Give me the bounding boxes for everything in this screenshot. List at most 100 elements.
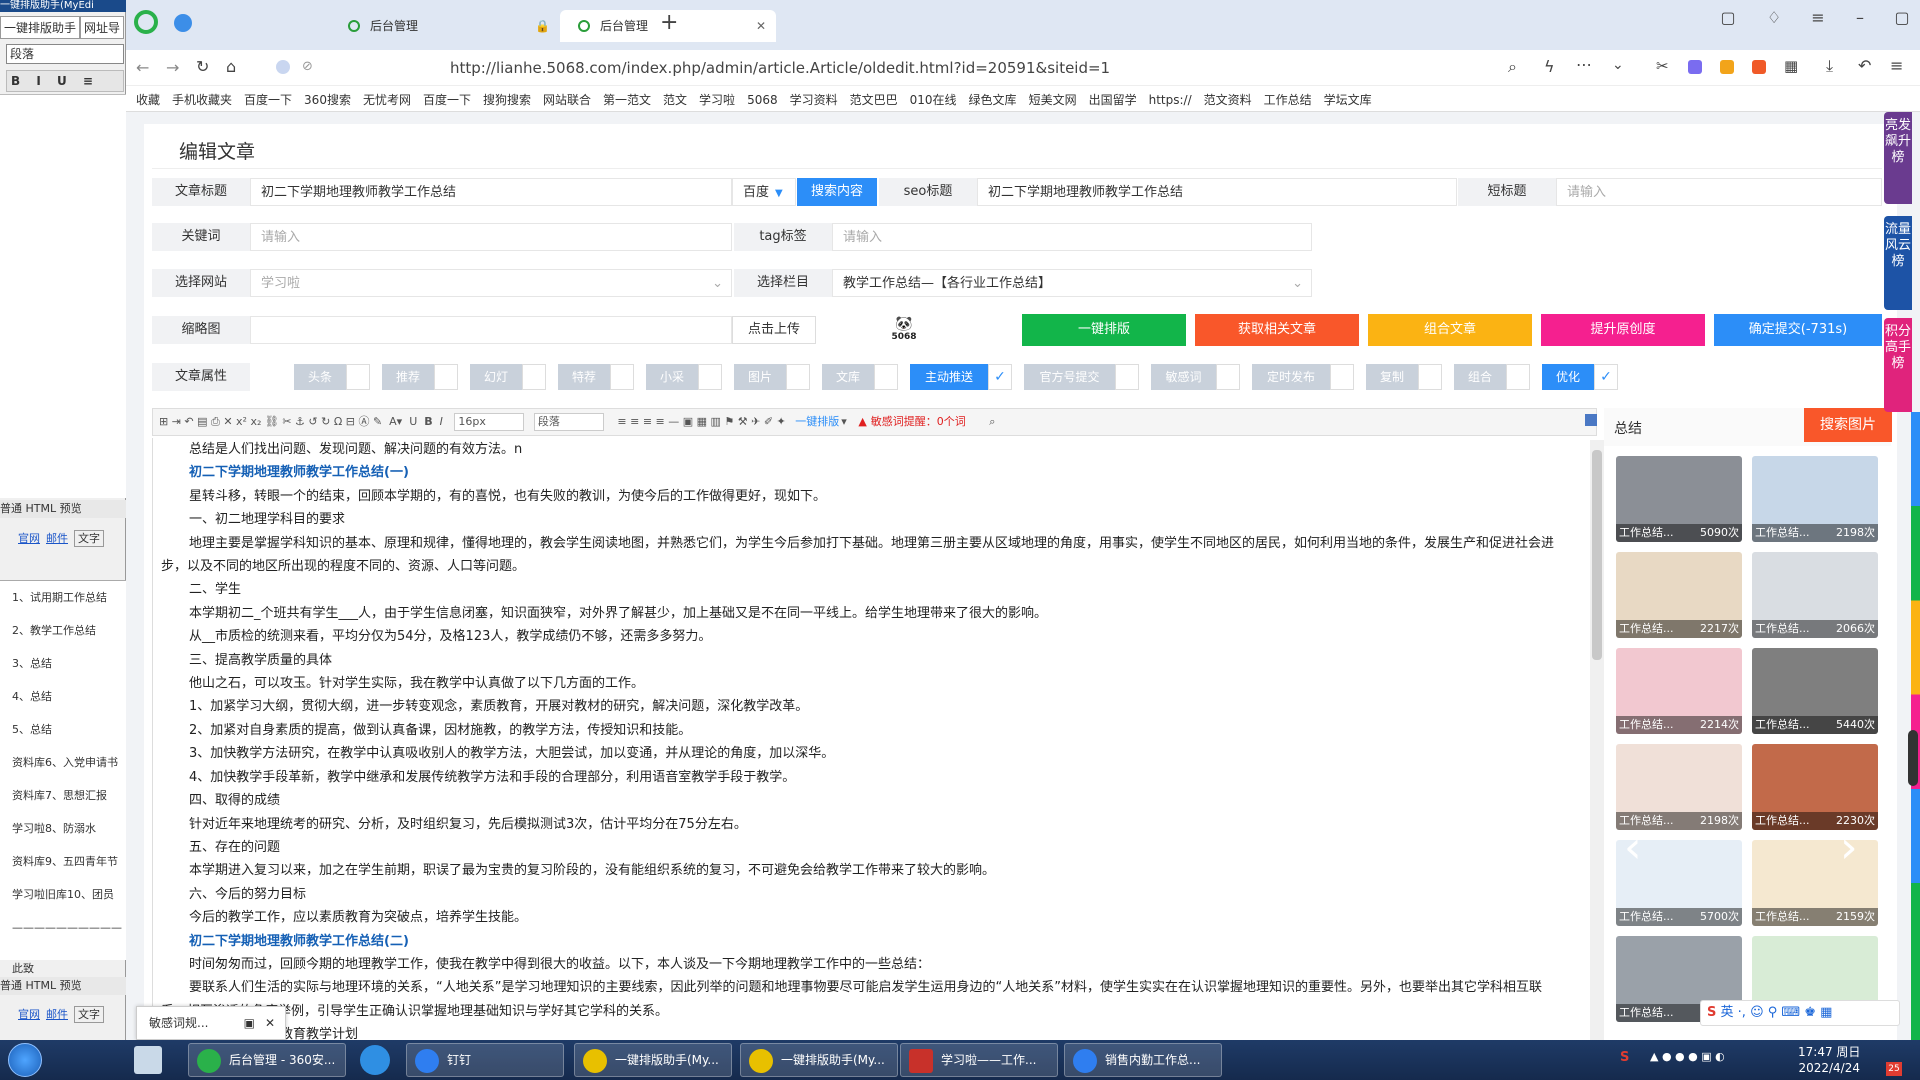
short-title-input[interactable]: 请输入 <box>1556 178 1882 206</box>
attr-2[interactable]: 幻灯 <box>470 364 522 390</box>
attr-0[interactable]: 头条 <box>294 364 346 390</box>
attr-checkbox[interactable] <box>346 364 370 390</box>
column-select[interactable]: 教学工作总结—【各行业工作总结】 ⌄ <box>832 269 1312 297</box>
site-select[interactable]: 学习啦 ⌄ <box>250 269 732 297</box>
search-content-button[interactable]: 搜索内容 <box>797 178 877 206</box>
attr-checkbox[interactable] <box>786 364 810 390</box>
list-item[interactable]: 1、试用期工作总结 <box>0 581 126 614</box>
ime-mode[interactable]: 英 <box>1721 1005 1734 1020</box>
bookmark-item[interactable]: 无忧考网 <box>363 93 411 107</box>
list-item[interactable]: 资料库6、入党申请书 <box>0 746 126 779</box>
link-mail[interactable]: 邮件 <box>46 532 68 545</box>
telegram-icon[interactable] <box>174 14 192 32</box>
notification-badge[interactable]: 25 <box>1886 1062 1902 1076</box>
taskbar-item-word[interactable]: 学习啦——工作... <box>900 1043 1058 1077</box>
fullscreen-icon[interactable] <box>1585 414 1597 426</box>
editor-scrollbar-thumb[interactable] <box>1592 450 1602 660</box>
bookmark-item[interactable]: 范文资料 <box>1204 93 1252 107</box>
sogou-icon[interactable]: S <box>1707 1005 1716 1020</box>
engine-select[interactable]: 百度 ▼ <box>732 178 796 206</box>
list-item[interactable]: 2、教学工作总结 <box>0 614 126 647</box>
ime-icons[interactable]: ·, ☺ ⚲ ⌨ ♚ ▦ <box>1738 1005 1833 1020</box>
back-icon[interactable]: ← <box>136 58 149 77</box>
image-thumb[interactable]: 工作总结... 2159次 <box>1752 840 1878 926</box>
image-thumb[interactable]: 工作总结... 2230次 <box>1752 744 1878 830</box>
list-item[interactable]: 资料库9、五四青年节 <box>0 845 126 878</box>
taskbar-app-icon[interactable] <box>134 1046 162 1074</box>
mode-tabs-2[interactable]: 普通 HTML 预览 <box>0 977 126 995</box>
prev-arrow-icon[interactable]: ‹ <box>1624 826 1642 870</box>
attr-11[interactable]: 复制 <box>1366 364 1418 390</box>
bookmark-item[interactable]: 网站联合 <box>543 93 591 107</box>
attr-8[interactable]: 官方号提交 <box>1024 364 1115 390</box>
link-mail-2[interactable]: 邮件 <box>46 1008 68 1021</box>
list-item[interactable]: 5、总结 <box>0 713 126 746</box>
bookmark-item[interactable]: 360搜索 <box>304 93 351 107</box>
attr-4[interactable]: 小采 <box>646 364 698 390</box>
image-thumb[interactable]: 工作总结... 2198次 <box>1616 744 1742 830</box>
zoom-icon[interactable]: ⌕ <box>989 415 995 428</box>
bookmark-item[interactable]: 百度一下 <box>244 93 292 107</box>
menu-icon[interactable]: ≡ <box>1806 6 1830 30</box>
list-item[interactable]: 学习啦8、防溺水 <box>0 812 126 845</box>
taskbar-item-editor-1[interactable]: 一键排版助手(My... <box>574 1043 732 1077</box>
bookmark-item[interactable]: 手机收藏夹 <box>172 93 232 107</box>
page-scrollbar-thumb[interactable] <box>1908 730 1918 786</box>
close-tab-icon[interactable]: ✕ <box>756 10 766 42</box>
article-title-input[interactable]: 初二下学期地理教师教学工作总结 <box>250 178 732 206</box>
ribbon-hot-rise[interactable]: 亮发飙升榜 <box>1884 112 1912 204</box>
image-thumb[interactable]: 工作总结... 2214次 <box>1616 648 1742 734</box>
new-tab-icon[interactable]: + <box>660 10 678 35</box>
shield-icon[interactable] <box>1720 60 1734 74</box>
list-item[interactable]: 4、总结 <box>0 680 126 713</box>
tab-count-icon[interactable]: ▢ <box>1716 6 1740 30</box>
taskbar-item-editor-2[interactable]: 一键排版助手(My... <box>740 1043 898 1077</box>
game-icon[interactable] <box>1752 60 1766 74</box>
next-arrow-icon[interactable]: › <box>1840 826 1858 870</box>
home-icon[interactable]: ⌂ <box>226 57 236 76</box>
paragraph-select[interactable]: 段落 <box>533 413 604 431</box>
attr-checkbox[interactable] <box>522 364 546 390</box>
bookmark-item[interactable]: https:// <box>1149 93 1192 107</box>
attr-3[interactable]: 特荐 <box>558 364 610 390</box>
attr-9[interactable]: 敏感词 <box>1151 364 1216 390</box>
shirt-icon[interactable]: ♢ <box>1762 6 1786 30</box>
related-articles-button[interactable]: 获取相关文章 <box>1195 314 1359 346</box>
format-toolbar[interactable]: B I U ≡ ≡ <box>6 70 124 108</box>
bookmark-item[interactable]: 范文巴巴 <box>850 93 898 107</box>
left-tab-0[interactable]: 一键排版助手 <box>0 16 81 39</box>
caret-icon[interactable]: ▾ <box>841 415 847 428</box>
attr-1[interactable]: 推荐 <box>382 364 434 390</box>
taskbar-item-doc[interactable]: 销售内勤工作总... <box>1064 1043 1222 1077</box>
attr-checkbox[interactable] <box>1418 364 1442 390</box>
bookmark-item[interactable]: 出国留学 <box>1089 93 1137 107</box>
font-size-select[interactable]: 16px <box>454 413 525 431</box>
mode-tabs[interactable]: 普通 HTML 预览 <box>0 500 126 518</box>
link-text-2[interactable]: 文字 <box>74 1006 104 1023</box>
originality-button[interactable]: 提升原创度 <box>1541 314 1705 346</box>
taskbar-item-browser[interactable]: 后台管理 - 360安... <box>188 1043 346 1077</box>
attr-checkbox[interactable] <box>434 364 458 390</box>
one-click-format-link[interactable]: 一键排版 <box>795 415 839 428</box>
upload-button[interactable]: 点击上传 <box>732 316 816 344</box>
toolbar-icons[interactable]: ⊞ ⇥ ↶ ▤ ⎙ ✕ x² x₂ ⛓ ✂ ⚓ ↺ ↻ Ω ⊟ Ⓐ ✎ A▾ U… <box>159 415 443 428</box>
ribbon-traffic[interactable]: 流量风云榜 <box>1884 216 1912 310</box>
apps-icon[interactable]: ▦ <box>1784 57 1798 75</box>
bookmark-item[interactable]: 绿色文库 <box>969 93 1017 107</box>
bookmark-item[interactable]: 短美文网 <box>1029 93 1077 107</box>
attr-checkbox[interactable]: ✓ <box>988 364 1012 390</box>
image-keyword[interactable]: 总结 <box>1614 418 1642 438</box>
forward-icon[interactable]: → <box>166 58 179 77</box>
url-input[interactable]: http://lianhe.5068.com/index.php/admin/a… <box>450 59 1110 77</box>
hamburger-icon[interactable]: ≡ <box>1890 56 1903 75</box>
download-icon[interactable]: ⤓ <box>1826 56 1833 76</box>
flash-icon[interactable]: ϟ <box>1544 57 1555 76</box>
left-tab-1[interactable]: 网址导 <box>80 16 125 39</box>
attr-12[interactable]: 组合 <box>1454 364 1506 390</box>
tag-input[interactable]: 请输入 <box>832 223 1312 251</box>
ribbon-points[interactable]: 积分高手榜 <box>1884 318 1912 412</box>
bookmark-item[interactable]: 范文 <box>663 93 687 107</box>
bookmark-item[interactable]: 5068 <box>747 93 778 107</box>
format-button[interactable]: 一键排版 <box>1022 314 1186 346</box>
more-icon[interactable]: ⋯ <box>1576 55 1592 74</box>
